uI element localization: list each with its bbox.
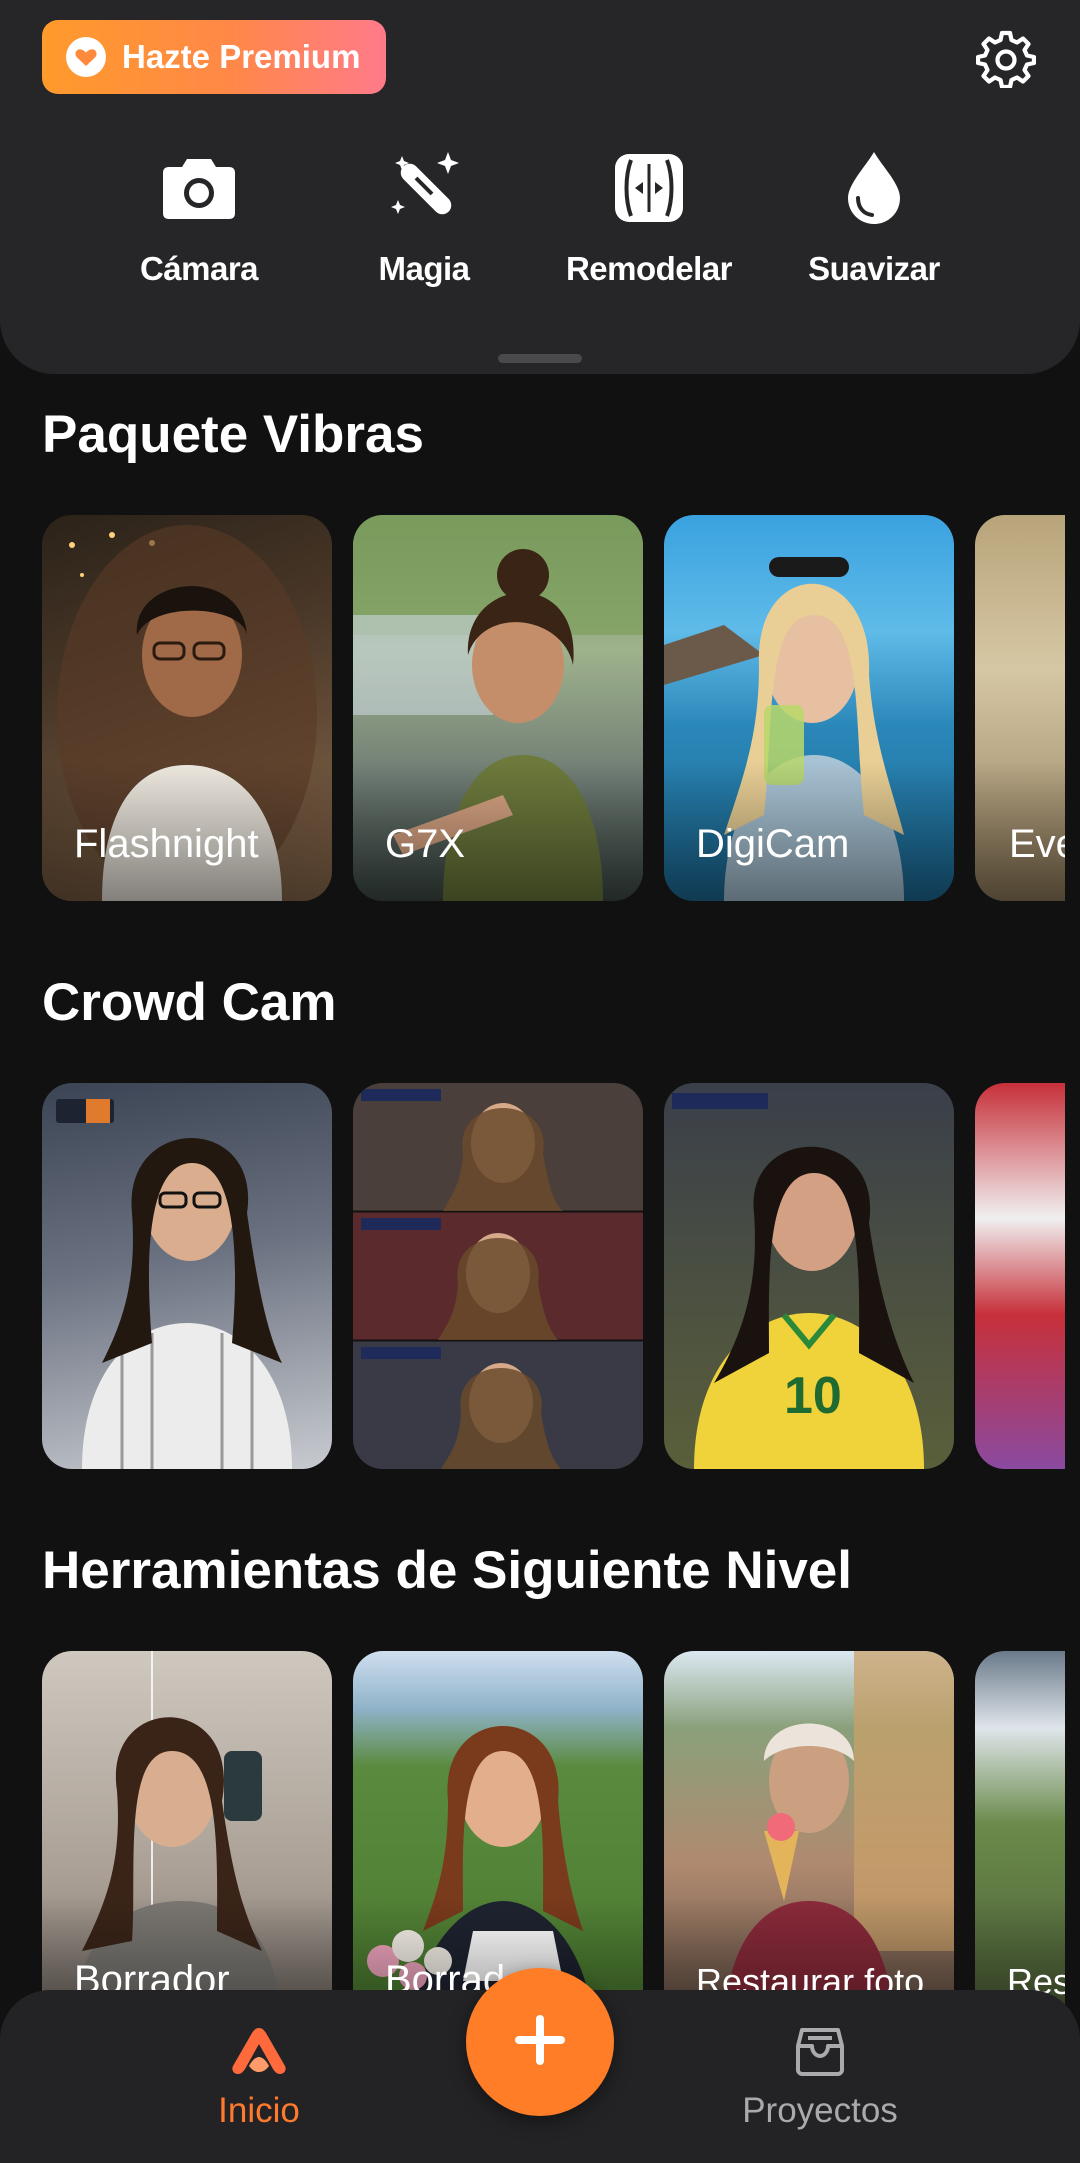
nav-home[interactable]: Inicio bbox=[129, 2026, 389, 2131]
quick-tools: Cámara Magia Remodelar Suavizar bbox=[0, 148, 1080, 298]
filter-card[interactable]: DigiCam bbox=[664, 515, 954, 901]
add-button[interactable] bbox=[466, 1968, 614, 2116]
tool-card[interactable]: Borrador bbox=[42, 1651, 332, 2037]
card-row-vibes: Flashnight G7X DigiCam Even bbox=[0, 515, 1080, 901]
card-label: DigiCam bbox=[696, 822, 850, 866]
nav-projects[interactable]: Proyectos bbox=[690, 2026, 950, 2131]
filter-card[interactable]: Even bbox=[975, 515, 1065, 901]
tool-label: Magia bbox=[378, 250, 470, 287]
tool-label: Remodelar bbox=[565, 250, 733, 287]
tool-camera[interactable]: Cámara bbox=[89, 148, 309, 288]
tool-label: Cámara bbox=[139, 250, 259, 287]
tool-card[interactable]: Restaurar foto bbox=[664, 1651, 954, 2037]
home-logo-icon bbox=[230, 2026, 288, 2081]
section-title: Paquete Vibras bbox=[42, 405, 424, 464]
tool-magic[interactable]: Magia bbox=[314, 148, 534, 288]
section-title: Crowd Cam bbox=[42, 973, 337, 1032]
filter-card[interactable] bbox=[353, 1083, 643, 1469]
nav-projects-label: Proyectos bbox=[742, 2091, 898, 2130]
svg-text:10: 10 bbox=[784, 1367, 842, 1425]
card-label: G7X bbox=[385, 822, 466, 866]
filter-card[interactable]: Flashnight bbox=[42, 515, 332, 901]
inbox-icon bbox=[794, 2026, 846, 2081]
section-title: Herramientas de Siguiente Nivel bbox=[42, 1541, 853, 1600]
tool-smooth[interactable]: Suavizar bbox=[764, 148, 984, 288]
plus-icon bbox=[513, 2013, 567, 2072]
drag-handle[interactable] bbox=[498, 354, 582, 363]
tool-card[interactable]: Rest bbox=[975, 1651, 1065, 2037]
premium-button[interactable]: Hazte Premium bbox=[42, 20, 386, 94]
gear-icon[interactable] bbox=[974, 26, 1038, 90]
nav-home-label: Inicio bbox=[218, 2091, 300, 2130]
tool-card[interactable]: Borrad bbox=[353, 1651, 643, 2037]
reshape-icon bbox=[609, 148, 689, 228]
magic-wand-icon bbox=[384, 148, 464, 228]
filter-card[interactable] bbox=[42, 1083, 332, 1469]
heart-icon bbox=[64, 35, 108, 79]
filter-card[interactable]: G7X bbox=[353, 515, 643, 901]
premium-label: Hazte Premium bbox=[122, 38, 361, 75]
tool-reshape[interactable]: Remodelar bbox=[539, 148, 759, 288]
tool-label: Suavizar bbox=[808, 250, 940, 287]
home-screen: { "header": { "premium_label": "Hazte Pr… bbox=[0, 0, 1080, 2163]
card-label: Even bbox=[1009, 822, 1065, 866]
drop-icon bbox=[834, 148, 914, 228]
top-tools-panel: Hazte Premium Cámara Magia Remodelar Sua… bbox=[0, 0, 1080, 374]
filter-card[interactable]: 10 bbox=[664, 1083, 954, 1469]
camera-icon bbox=[159, 148, 239, 228]
filter-card[interactable] bbox=[975, 1083, 1065, 1469]
card-row-crowd: 10 bbox=[0, 1083, 1080, 1469]
card-label: Flashnight bbox=[74, 822, 259, 866]
